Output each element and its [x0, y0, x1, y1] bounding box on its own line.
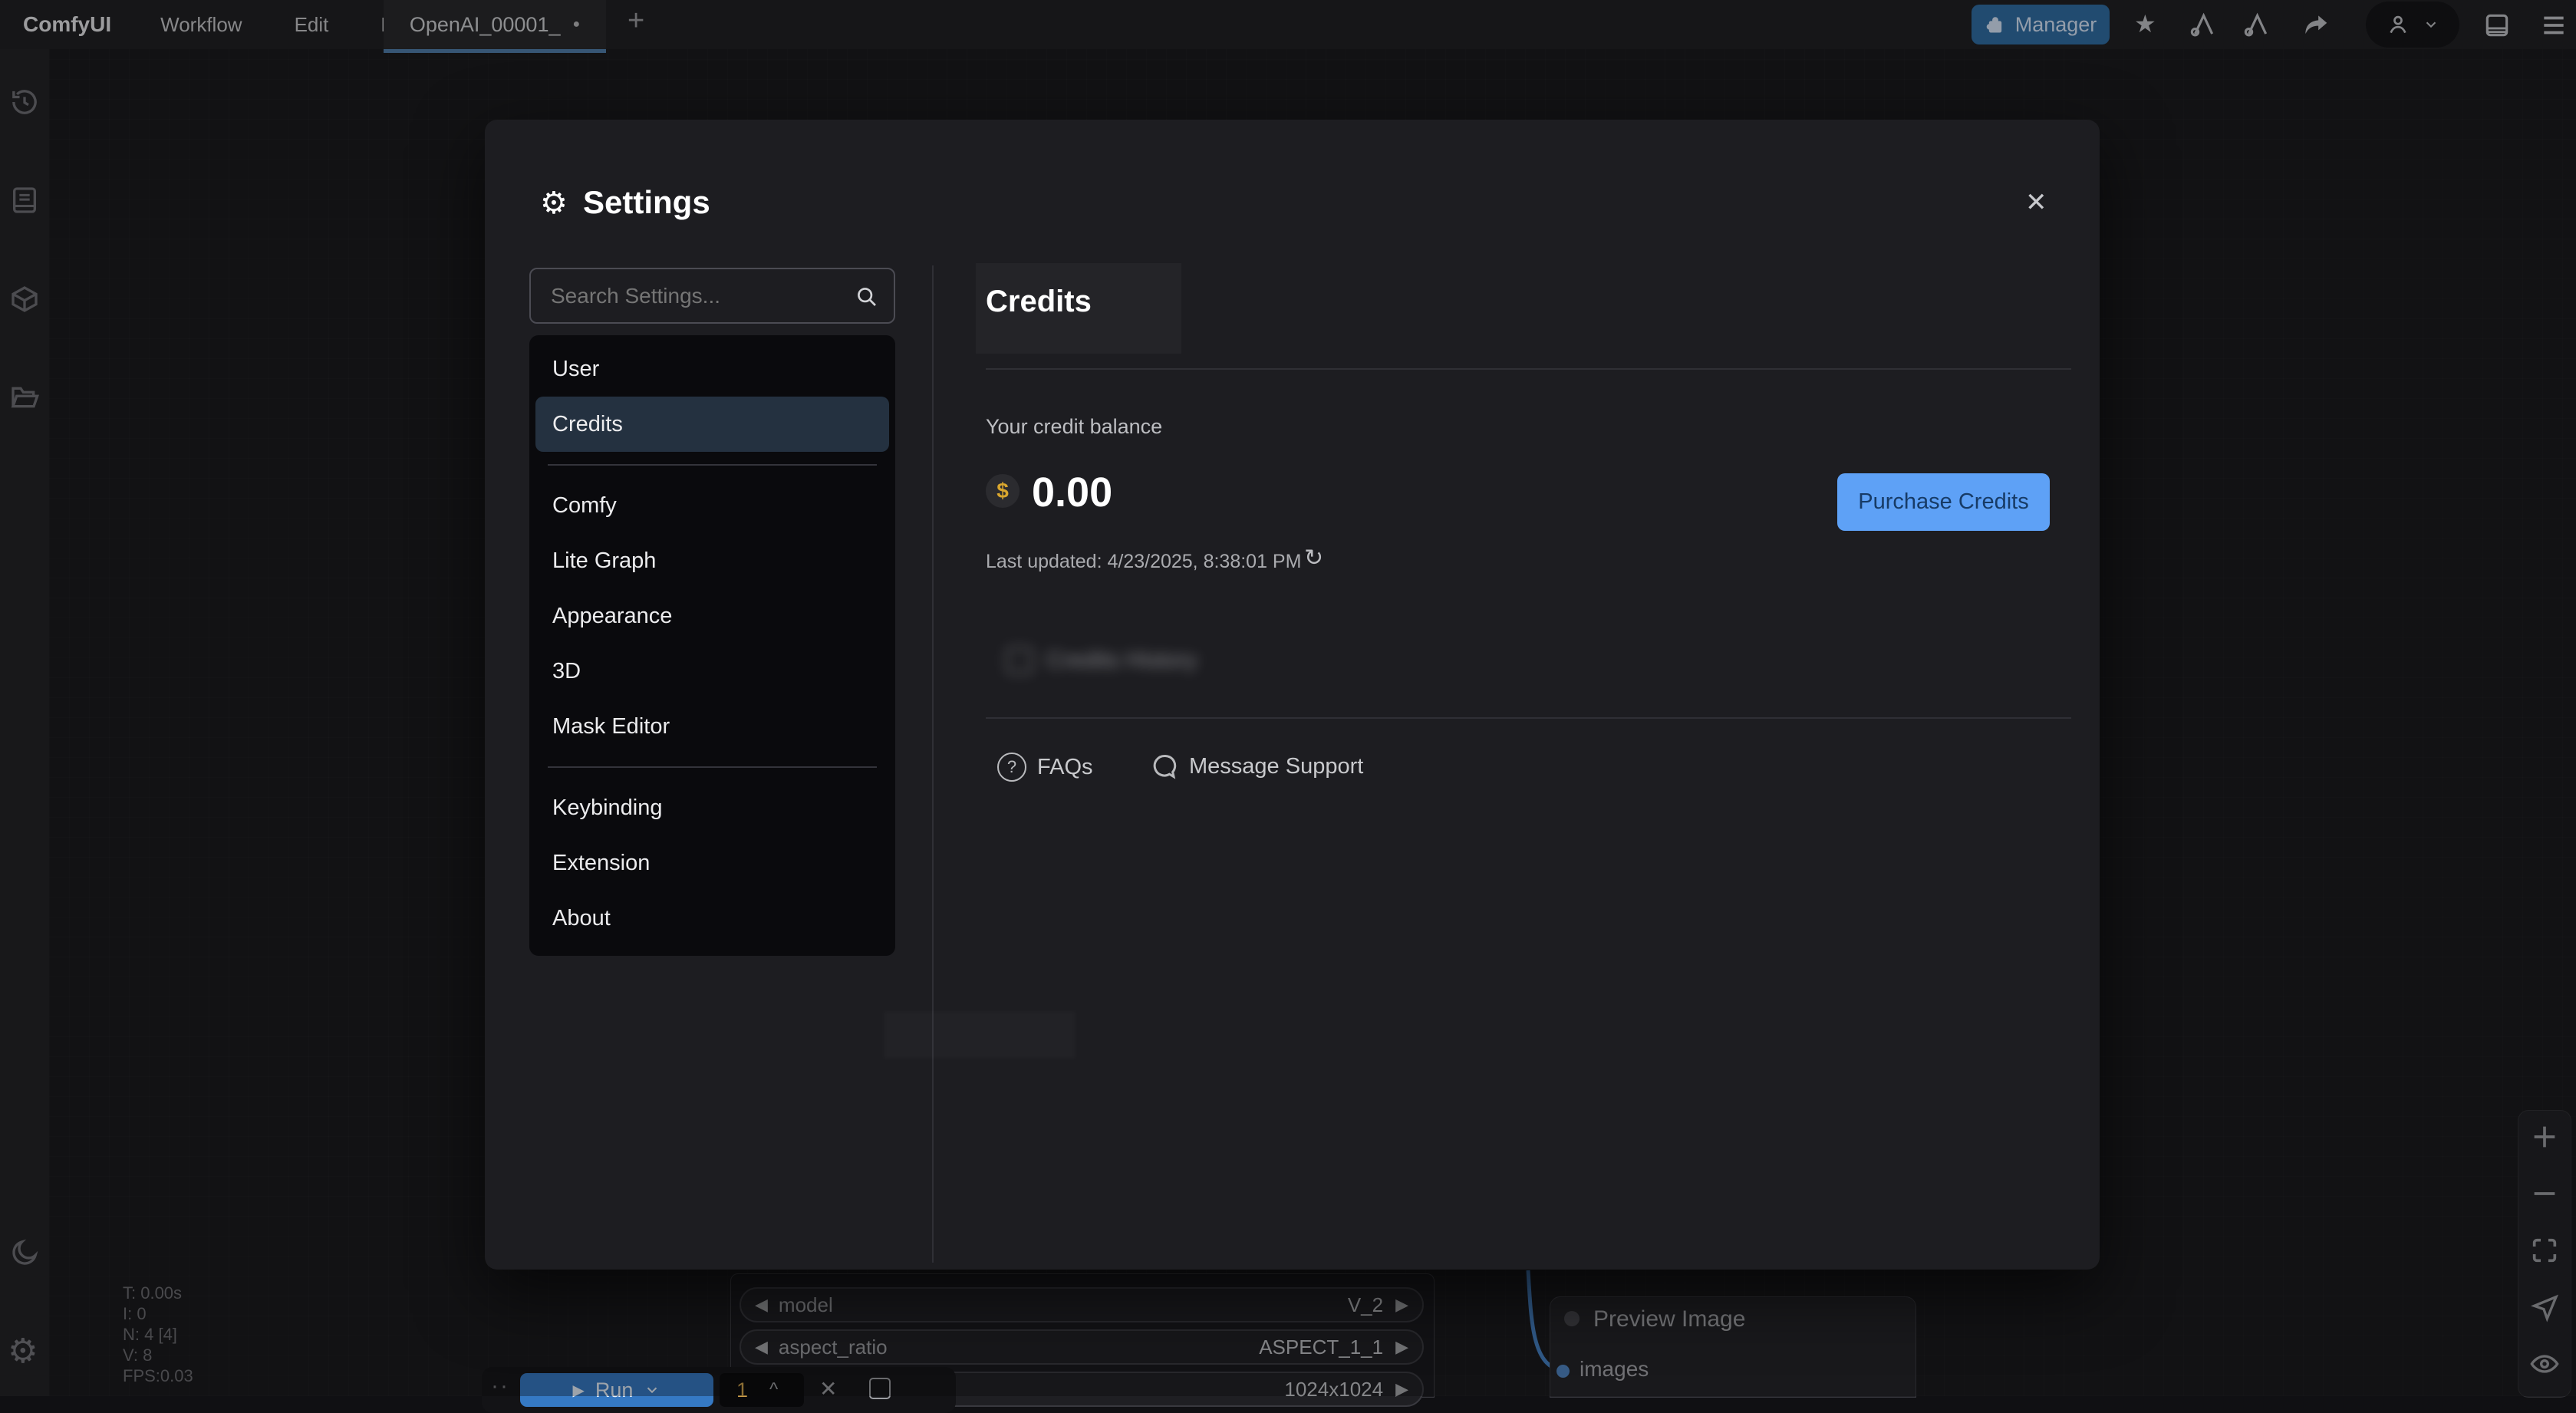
settings-menu-item-mask-editor[interactable]: Mask Editor	[529, 699, 895, 754]
menu-divider	[548, 464, 877, 466]
message-support-label: Message Support	[1189, 754, 1363, 779]
settings-menu-item-about[interactable]: About	[529, 891, 895, 946]
search-icon	[854, 284, 878, 308]
settings-menu-item-3d[interactable]: 3D	[529, 644, 895, 699]
settings-menu-item-appearance[interactable]: Appearance	[529, 588, 895, 644]
settings-search-box[interactable]	[529, 268, 895, 324]
last-updated-text: Last updated: 4/23/2025, 8:38:01 PM	[986, 551, 1301, 573]
close-dialog-icon[interactable]: ✕	[2025, 187, 2047, 218]
credits-history-button[interactable]: Credits History	[1006, 647, 1197, 674]
content-divider-bottom	[986, 717, 2071, 719]
content-separator	[932, 265, 934, 1263]
question-circle-icon: ?	[997, 753, 1026, 782]
settings-title-gear-icon: ⚙	[540, 186, 568, 221]
credits-page-heading: Credits	[986, 285, 1092, 319]
settings-menu-item-credits[interactable]: Credits	[535, 397, 889, 452]
settings-dialog: ⚙ Settings ✕ User Credits Comfy Lite Gra…	[485, 120, 2100, 1270]
purchase-credits-button[interactable]: Purchase Credits	[1837, 473, 2050, 531]
settings-menu-item-user[interactable]: User	[529, 341, 895, 397]
settings-dialog-title: Settings	[583, 184, 710, 221]
history-list-icon	[1006, 647, 1033, 674]
currency-badge: $	[986, 474, 1020, 508]
settings-search-input[interactable]	[549, 283, 854, 309]
credit-balance-label: Your credit balance	[986, 415, 1162, 439]
watermark-smudge	[884, 1011, 1076, 1059]
content-divider-top	[986, 368, 2071, 370]
menu-divider	[548, 766, 877, 768]
settings-menu-item-extension[interactable]: Extension	[529, 835, 895, 891]
credit-balance-value: 0.00	[1032, 469, 1112, 516]
purchase-credits-label: Purchase Credits	[1858, 489, 2028, 515]
settings-menu-item-keybinding[interactable]: Keybinding	[529, 780, 895, 835]
message-support-link[interactable]: Message Support	[1151, 753, 1363, 780]
chat-bubble-icon	[1151, 753, 1178, 780]
credits-history-label: Credits History	[1046, 647, 1197, 674]
faqs-link[interactable]: ? FAQs	[997, 753, 1093, 782]
dollar-icon: $	[996, 479, 1009, 503]
settings-menu-item-lite-graph[interactable]: Lite Graph	[529, 533, 895, 588]
settings-menu-panel: User Credits Comfy Lite Graph Appearance…	[529, 335, 895, 956]
settings-menu-item-comfy[interactable]: Comfy	[529, 478, 895, 533]
faqs-label: FAQs	[1037, 755, 1093, 780]
refresh-balance-icon[interactable]: ↻	[1304, 545, 1323, 571]
